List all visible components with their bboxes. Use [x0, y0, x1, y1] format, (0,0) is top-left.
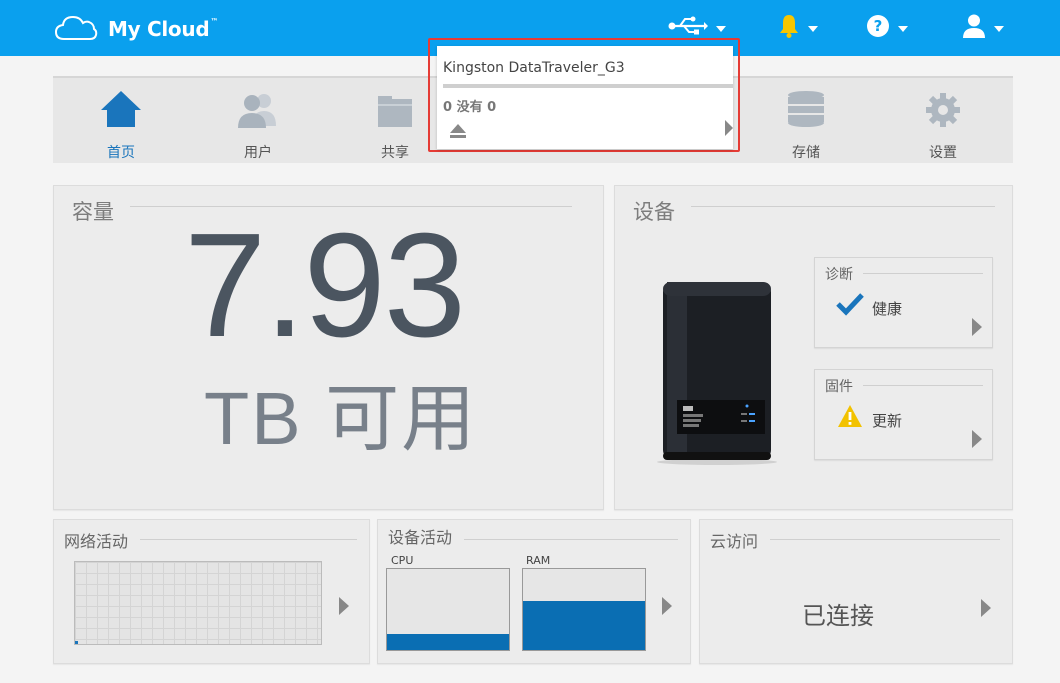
firmware-title: 固件 — [825, 376, 863, 396]
storage-icon — [756, 84, 856, 128]
usb-device-card: Kingston DataTraveler_G3 0 没有 0 — [437, 46, 733, 149]
chevron-down-icon — [898, 26, 908, 32]
device-activity-arrow[interactable] — [662, 597, 672, 615]
help-icon: ? — [866, 14, 890, 42]
cloud-logo-icon — [54, 12, 98, 46]
capacity-unit: TB 可用 — [204, 377, 478, 460]
network-activity-arrow[interactable] — [339, 597, 349, 615]
usb-device-name: Kingston DataTraveler_G3 — [443, 60, 625, 76]
cloud-access-panel[interactable]: 云访问 已连接 — [699, 519, 1013, 664]
cpu-label: CPU — [391, 554, 414, 567]
firmware-card[interactable]: 固件 更新 — [814, 369, 993, 460]
user-menu-button[interactable] — [962, 14, 1004, 42]
nav-label: 存储 — [792, 145, 820, 161]
gear-icon — [893, 84, 993, 128]
diagnostics-arrow[interactable] — [972, 318, 982, 336]
network-activity-title: 网络活动 — [64, 528, 141, 552]
cloud-access-title: 云访问 — [710, 528, 771, 552]
device-panel: 设备 诊断 健康 固件 更新 — [614, 185, 1013, 510]
diagnostics-status: 健康 — [872, 300, 903, 318]
cloud-access-arrow[interactable] — [981, 599, 991, 617]
network-activity-graph — [74, 561, 322, 645]
graph-origin-dot — [75, 641, 78, 644]
cpu-meter — [386, 568, 510, 651]
nav-label: 用户 — [244, 145, 272, 161]
notifications-button[interactable] — [778, 14, 818, 42]
nav-item-settings[interactable]: 设置 — [893, 84, 993, 162]
check-icon — [835, 292, 865, 320]
device-activity-panel[interactable]: 设备活动 CPU RAM — [377, 519, 691, 664]
users-icon — [208, 84, 308, 128]
help-button[interactable]: ? — [866, 14, 908, 42]
capacity-title: 容量 — [72, 196, 130, 226]
device-title: 设备 — [633, 196, 691, 226]
usb-usage-bar — [443, 84, 733, 88]
capacity-panel: 容量 7.93 TB 可用 — [53, 185, 604, 510]
chevron-down-icon — [808, 26, 818, 32]
nav-label: 设置 — [929, 145, 957, 161]
nav-label: 首页 — [107, 145, 135, 161]
home-icon — [71, 84, 171, 128]
nav-item-storage[interactable]: 存储 — [756, 84, 856, 162]
app-title: My Cloud™ — [108, 17, 219, 41]
firmware-arrow[interactable] — [972, 430, 982, 448]
diagnostics-title: 诊断 — [825, 264, 863, 284]
nas-device-image — [655, 276, 779, 470]
logo[interactable]: My Cloud™ — [54, 12, 218, 46]
firmware-status: 更新 — [872, 412, 903, 430]
ram-meter — [522, 568, 646, 651]
svg-text:?: ? — [874, 17, 883, 35]
bell-icon — [778, 13, 800, 43]
cpu-meter-fill — [387, 633, 509, 650]
ram-meter-fill — [523, 601, 645, 650]
eject-icon[interactable] — [449, 123, 467, 143]
usb-details-arrow[interactable] — [725, 120, 733, 136]
user-icon — [962, 13, 986, 43]
usb-device-popup: Kingston DataTraveler_G3 0 没有 0 — [428, 38, 740, 152]
chevron-down-icon — [994, 26, 1004, 32]
diagnostics-card[interactable]: 诊断 健康 — [814, 257, 993, 348]
network-activity-panel[interactable]: 网络活动 — [53, 519, 370, 664]
capacity-value: 7.93 — [184, 203, 466, 368]
ram-label: RAM — [526, 554, 551, 567]
warning-icon — [837, 404, 863, 432]
nav-item-users[interactable]: 用户 — [208, 84, 308, 162]
chevron-down-icon — [716, 26, 726, 32]
nav-item-home[interactable]: 首页 — [71, 84, 171, 162]
usb-usage-text: 0 没有 0 — [443, 100, 497, 115]
device-activity-title: 设备活动 — [388, 524, 465, 548]
cloud-access-status: 已连接 — [802, 602, 874, 630]
